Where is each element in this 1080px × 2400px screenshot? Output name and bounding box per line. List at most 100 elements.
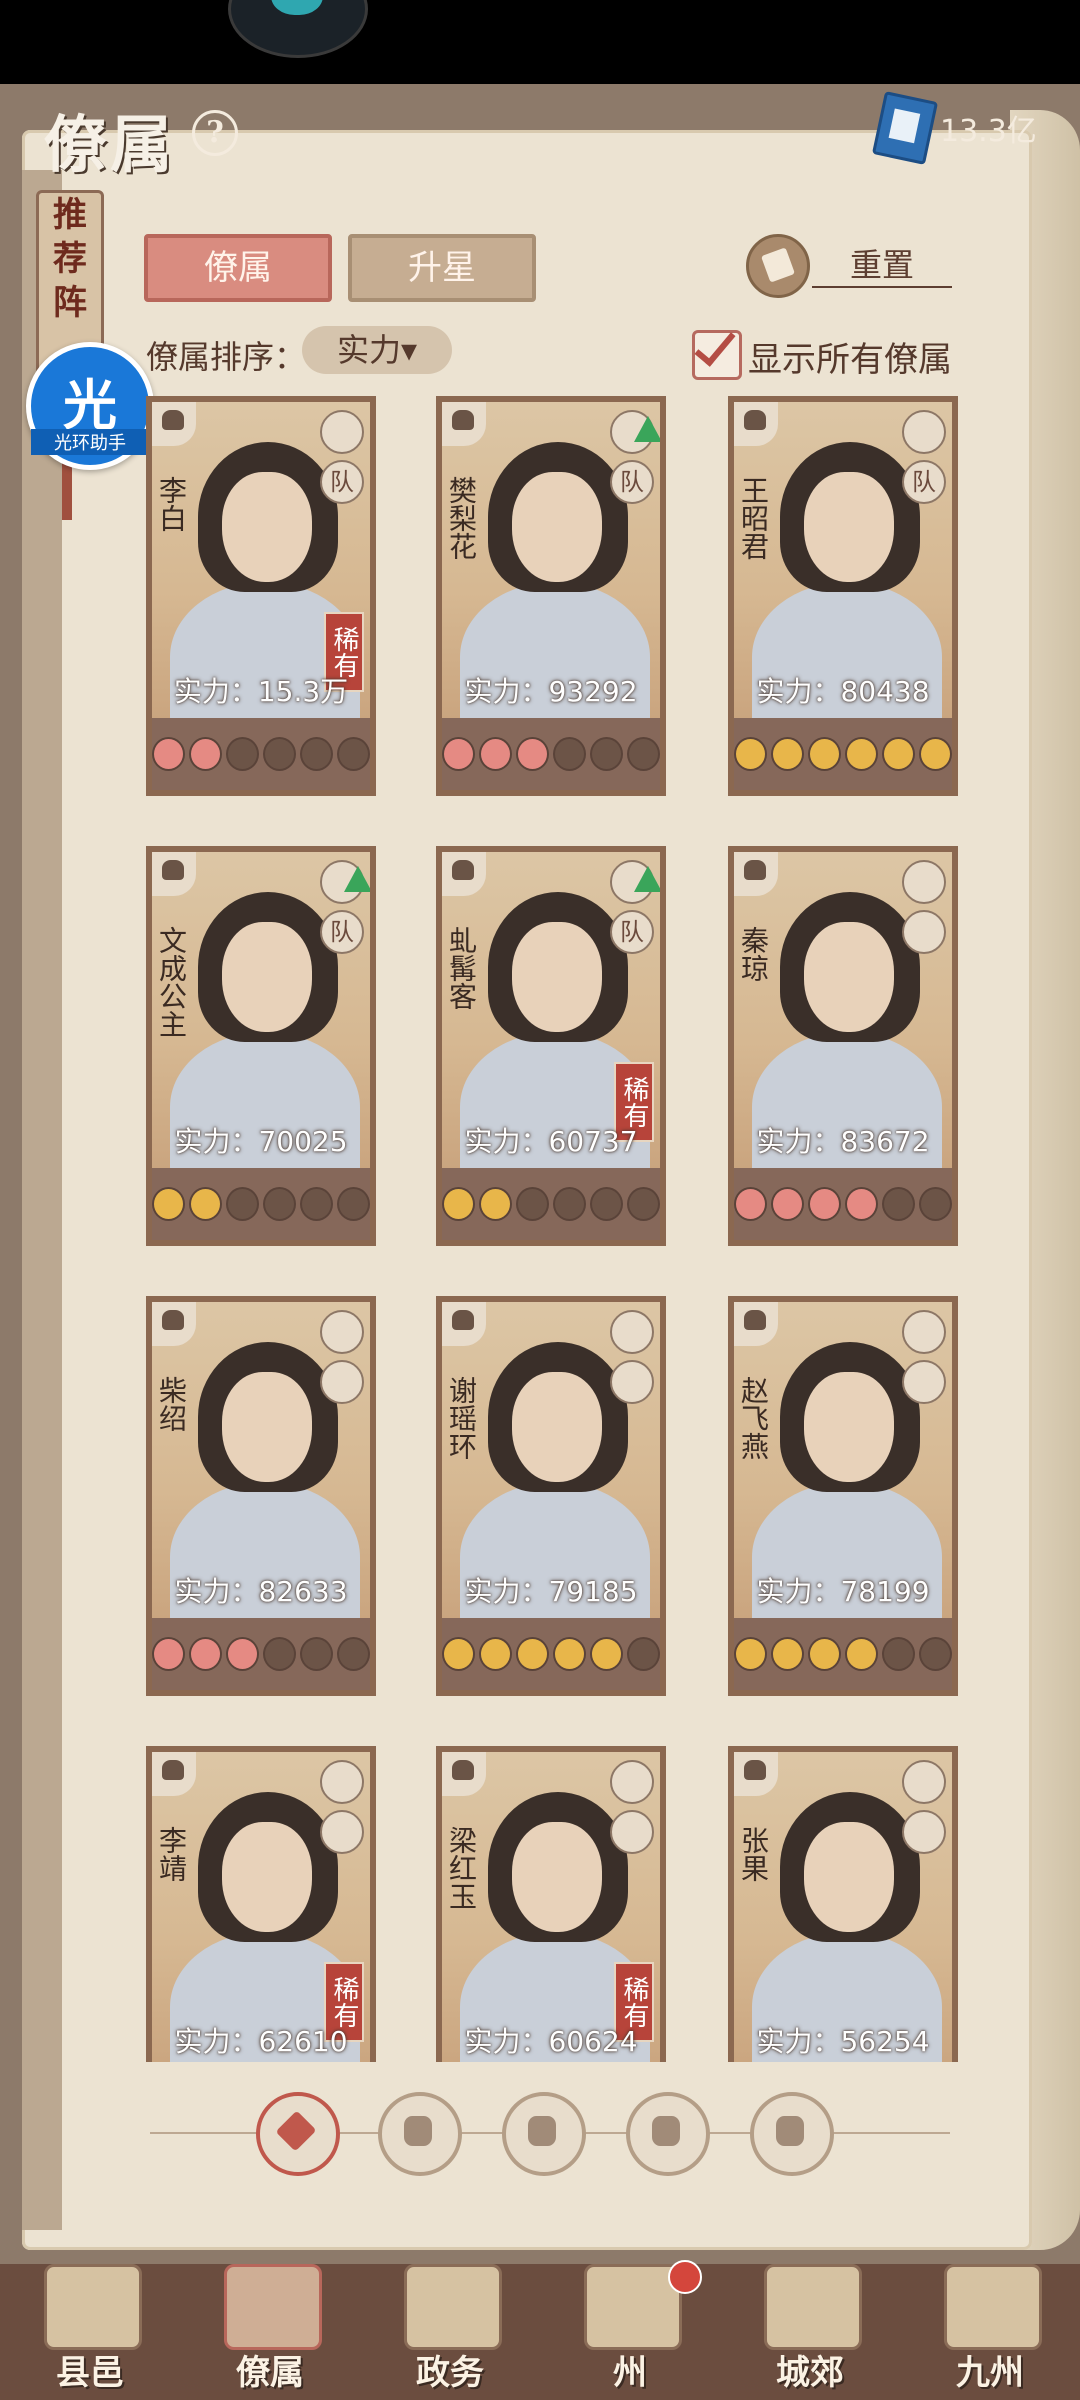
star-icon [300, 737, 333, 771]
subordinate-card[interactable]: 队 文成公主 实力：70025 [146, 846, 376, 1246]
team-badge: 队 [610, 460, 654, 504]
upgrade-arrow-icon [634, 866, 660, 892]
character-name: 谢瑶环 [445, 1376, 478, 1460]
tab-subordinates[interactable]: 僚属 [144, 234, 332, 302]
class-icon [442, 852, 486, 896]
star-icon [553, 737, 586, 771]
star-icon [590, 1187, 623, 1221]
star-icon [479, 737, 512, 771]
star-icon [442, 1187, 475, 1221]
reset-icon[interactable] [746, 234, 810, 298]
star-icon [771, 737, 804, 771]
nav-subordinates[interactable]: 僚属 [180, 2262, 360, 2400]
nav-label: 僚属 [236, 2353, 304, 2393]
nav-nine-states[interactable]: 九州 [900, 2262, 1080, 2400]
fan-filter-icon[interactable] [626, 2092, 710, 2176]
affairs-icon [404, 2264, 502, 2350]
star-icon [189, 1187, 222, 1221]
nav-county[interactable]: 县邑 [0, 2262, 180, 2400]
star-icon [734, 1637, 767, 1671]
nav-label: 州 [613, 2353, 647, 2393]
helper-floating-badge[interactable]: 光 光环助手 [26, 342, 154, 470]
partner-avatar-icon [610, 1360, 654, 1404]
star-icon [516, 1187, 549, 1221]
nav-label: 城郊 [776, 2353, 844, 2393]
subordinate-card[interactable]: 队 王昭君 实力：80438 [728, 396, 958, 796]
character-name: 梁红玉 [445, 1826, 478, 1910]
star-icon [771, 1637, 804, 1671]
partner-avatar-icon [902, 1360, 946, 1404]
star-row [152, 1168, 370, 1240]
power-value: 实力：62610 [174, 2025, 348, 2058]
star-icon [300, 1637, 333, 1671]
subordinate-card[interactable]: 队虬髯客 稀有 实力：60737 [436, 846, 666, 1246]
nav-label: 政务 [416, 2353, 484, 2393]
rec-tab-char: 阵 [53, 283, 87, 323]
upgrade-arrow-icon [634, 416, 660, 442]
show-all-label[interactable]: 显示所有僚属 [748, 332, 952, 381]
nav-label: 县邑 [56, 2353, 124, 2393]
star-icon [300, 1187, 333, 1221]
tab-upgrade-stars[interactable]: 升星 [348, 234, 536, 302]
subordinate-card[interactable]: 张果 实力：56254 [728, 1746, 958, 2062]
subordinate-card[interactable]: 柴绍 实力：82633 [146, 1296, 376, 1696]
class-icon [442, 1752, 486, 1796]
class-icon [152, 1302, 196, 1346]
class-icon [734, 852, 778, 896]
star-icon [442, 737, 475, 771]
star-icon [882, 737, 915, 771]
subordinate-grid[interactable]: 队李白 稀有 实力：15.3万队樊梨花 实力：93292 队王昭君 实力：80438 队文成… [146, 396, 976, 2062]
star-icon [442, 1637, 475, 1671]
nav-affairs[interactable]: 政务 [360, 2262, 540, 2400]
team-badge: 队 [902, 460, 946, 504]
star-icon [734, 1187, 767, 1221]
power-value: 实力：80438 [756, 675, 930, 708]
star-row [442, 1618, 660, 1690]
power-value: 实力：83672 [756, 1125, 930, 1158]
lion-filter-icon[interactable] [750, 2092, 834, 2176]
character-name: 文成公主 [155, 926, 188, 1038]
star-icon [152, 1637, 185, 1671]
subordinate-card[interactable]: 队 樊梨花 实力：93292 [436, 396, 666, 796]
page-title: 僚属 [44, 108, 177, 181]
nav-suburbs[interactable]: 城郊 [720, 2262, 900, 2400]
sort-label: 僚属排序： [146, 338, 307, 376]
class-icon [734, 1752, 778, 1796]
skill-icon [610, 1760, 654, 1804]
star-icon [516, 737, 549, 771]
gourd-filter-icon[interactable] [502, 2092, 586, 2176]
currency-value: 13.3亿 [940, 114, 1037, 149]
star-row [152, 1618, 370, 1690]
partner-avatar-icon [320, 1360, 364, 1404]
skill-icon [902, 1760, 946, 1804]
star-icon [808, 1187, 841, 1221]
star-icon [627, 1637, 660, 1671]
all-filter-icon[interactable] [256, 2092, 340, 2176]
star-icon [553, 1187, 586, 1221]
star-icon [845, 1637, 878, 1671]
sort-dropdown[interactable]: 实力▾ [302, 326, 452, 374]
help-icon[interactable]: ? [192, 110, 238, 156]
show-all-checkbox[interactable] [692, 330, 742, 380]
star-row [152, 718, 370, 790]
subordinate-card[interactable]: 队李白 稀有 实力：15.3万 [146, 396, 376, 796]
subordinate-card[interactable]: 谢瑶环 实力：79185 [436, 1296, 666, 1696]
subordinate-card[interactable]: 赵飞燕 实力：78199 [728, 1296, 958, 1696]
star-icon [337, 1187, 370, 1221]
rec-tab-char: 荐 [53, 239, 87, 279]
character-name: 秦琼 [737, 926, 770, 982]
star-icon [808, 737, 841, 771]
class-icon [152, 1752, 196, 1796]
nine-states-icon [944, 2264, 1042, 2350]
subordinate-card[interactable]: 李靖 稀有 实力：62610 [146, 1746, 376, 2062]
star-icon [226, 1187, 259, 1221]
reset-button[interactable]: 重置 [812, 240, 952, 288]
star-icon [263, 1637, 296, 1671]
star-icon [845, 1187, 878, 1221]
subordinate-card[interactable]: 秦琼实力：83672 [728, 846, 958, 1246]
subordinate-card[interactable]: 梁红玉 稀有 实力：60624 [436, 1746, 666, 2062]
star-icon [919, 737, 952, 771]
class-icon [442, 1302, 486, 1346]
helmet-filter-icon[interactable] [378, 2092, 462, 2176]
nav-label: 九州 [956, 2353, 1024, 2393]
